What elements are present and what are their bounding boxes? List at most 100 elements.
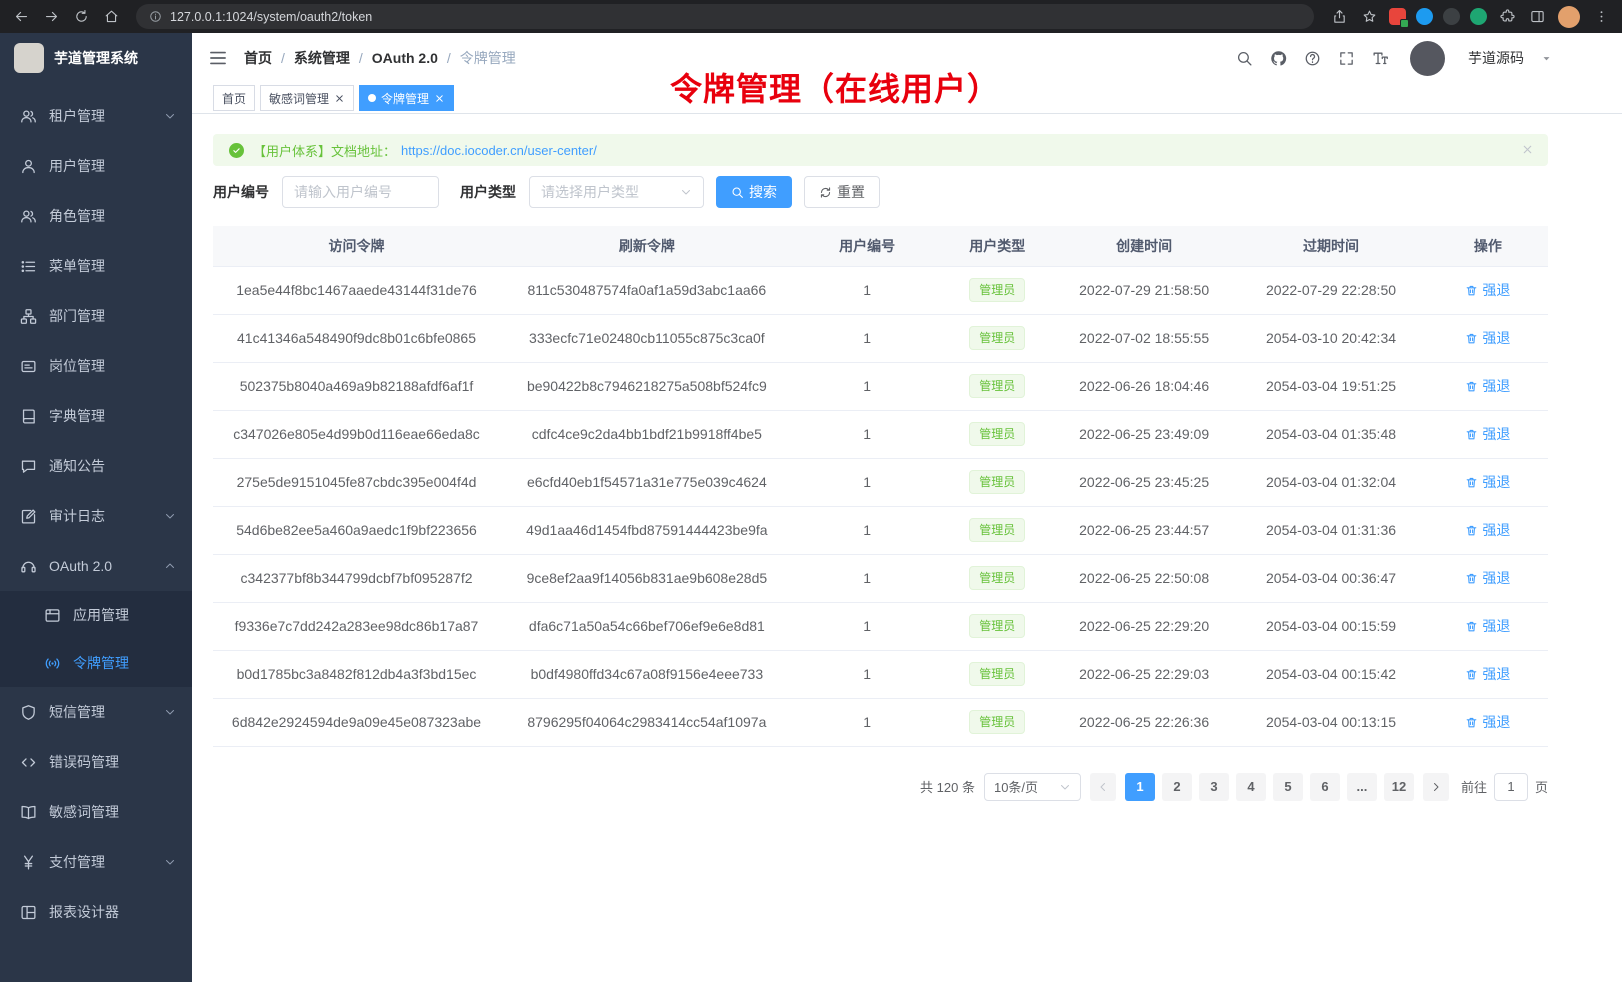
font-size-icon[interactable] bbox=[1372, 50, 1389, 67]
sidebar-item-error-code[interactable]: 错误码管理 bbox=[0, 737, 192, 787]
pagination-next-button[interactable] bbox=[1423, 773, 1449, 801]
tab-令牌管理[interactable]: 令牌管理 bbox=[359, 85, 454, 111]
sidebar-item-oauth2-token[interactable]: 令牌管理 bbox=[0, 639, 192, 687]
browser-forward-button[interactable] bbox=[38, 4, 64, 30]
refresh-token-cell: 49d1aa46d1454fbd87591444423be9fa bbox=[500, 506, 794, 554]
goto-page-input[interactable] bbox=[1494, 773, 1528, 801]
breadcrumb-system[interactable]: 系统管理 bbox=[294, 48, 350, 68]
browser-home-button[interactable] bbox=[98, 4, 124, 30]
user-id-input[interactable] bbox=[282, 176, 439, 208]
close-icon[interactable] bbox=[334, 93, 345, 104]
browser-profile-avatar[interactable] bbox=[1558, 6, 1580, 28]
pagination-more-button[interactable]: ... bbox=[1347, 773, 1377, 801]
sidebar-item-sms[interactable]: 短信管理 bbox=[0, 687, 192, 737]
create-time-cell: 2022-07-02 18:55:55 bbox=[1054, 314, 1234, 362]
force-logout-button[interactable]: 强退 bbox=[1465, 280, 1510, 300]
user-avatar[interactable] bbox=[1410, 41, 1445, 76]
extension-icon-1[interactable] bbox=[1389, 8, 1406, 25]
help-icon[interactable] bbox=[1304, 50, 1321, 67]
bookmark-star-icon[interactable] bbox=[1356, 4, 1382, 30]
extension-icon-3[interactable] bbox=[1443, 8, 1460, 25]
pagination-page-2[interactable]: 2 bbox=[1162, 773, 1192, 801]
chevron-down-icon[interactable] bbox=[1541, 53, 1552, 64]
sidebar-item-tenant[interactable]: 租户管理 bbox=[0, 91, 192, 141]
sidebar-item-sensitive-word[interactable]: 敏感词管理 bbox=[0, 787, 192, 837]
page-size-select[interactable]: 10条/页 bbox=[984, 773, 1081, 801]
tab-敏感词管理[interactable]: 敏感词管理 bbox=[260, 85, 354, 111]
breadcrumb-oauth[interactable]: OAuth 2.0 bbox=[372, 50, 438, 66]
force-logout-button[interactable]: 强退 bbox=[1465, 568, 1510, 588]
force-logout-button[interactable]: 强退 bbox=[1465, 520, 1510, 540]
extension-icon-2[interactable] bbox=[1416, 8, 1433, 25]
pagination-page-4[interactable]: 4 bbox=[1236, 773, 1266, 801]
user-type-badge: 管理员 bbox=[969, 278, 1025, 302]
reset-button[interactable]: 重置 bbox=[804, 176, 880, 208]
force-logout-button[interactable]: 强退 bbox=[1465, 616, 1510, 636]
side-panel-icon[interactable] bbox=[1524, 4, 1550, 30]
close-icon[interactable] bbox=[434, 93, 445, 104]
sidebar-item-dict[interactable]: 字典管理 bbox=[0, 391, 192, 441]
pagination-page-6[interactable]: 6 bbox=[1310, 773, 1340, 801]
expire-time-cell: 2054-03-04 00:15:42 bbox=[1234, 650, 1428, 698]
user-type-badge: 管理员 bbox=[969, 710, 1025, 734]
sidebar-item-label: 通知公告 bbox=[49, 456, 176, 476]
search-icon[interactable] bbox=[1236, 50, 1253, 67]
tab-首页[interactable]: 首页 bbox=[213, 85, 255, 111]
chevron-down-icon bbox=[1059, 781, 1071, 793]
sidebar-item-oauth2-app[interactable]: 应用管理 bbox=[0, 591, 192, 639]
app-logo[interactable]: 芋道管理系统 bbox=[0, 33, 192, 83]
extensions-puzzle-icon[interactable] bbox=[1494, 4, 1520, 30]
force-logout-button[interactable]: 强退 bbox=[1465, 472, 1510, 492]
site-info-icon[interactable] bbox=[149, 10, 162, 23]
sidebar-item-oauth2[interactable]: OAuth 2.0 bbox=[0, 541, 192, 591]
hamburger-icon[interactable] bbox=[208, 48, 228, 68]
sidebar-item-dept[interactable]: 部门管理 bbox=[0, 291, 192, 341]
sidebar-item-pay[interactable]: 支付管理 bbox=[0, 837, 192, 887]
search-form: 用户编号 用户类型 请选择用户类型 搜索 重置 bbox=[213, 176, 1548, 208]
window-icon bbox=[44, 607, 61, 624]
fullscreen-icon[interactable] bbox=[1338, 50, 1355, 67]
address-bar[interactable]: 127.0.0.1:1024/system/oauth2/token bbox=[136, 4, 1314, 29]
search-button[interactable]: 搜索 bbox=[716, 176, 792, 208]
share-icon[interactable] bbox=[1326, 4, 1352, 30]
tab-label: 首页 bbox=[222, 90, 246, 107]
user-type-badge: 管理员 bbox=[969, 470, 1025, 494]
sidebar-item-post[interactable]: 岗位管理 bbox=[0, 341, 192, 391]
sidebar-item-label: 敏感词管理 bbox=[49, 802, 176, 822]
browser-menu-icon[interactable] bbox=[1588, 4, 1614, 30]
refresh-token-cell: b0df4980ffd34c67a08f9156e4eee733 bbox=[500, 650, 794, 698]
user-id-cell: 1 bbox=[794, 698, 941, 746]
force-logout-button[interactable]: 强退 bbox=[1465, 328, 1510, 348]
pagination-page-5[interactable]: 5 bbox=[1273, 773, 1303, 801]
sidebar-item-menu[interactable]: 菜单管理 bbox=[0, 241, 192, 291]
pagination-prev-button[interactable] bbox=[1090, 773, 1116, 801]
browser-reload-button[interactable] bbox=[68, 4, 94, 30]
shield-icon bbox=[20, 704, 37, 721]
expire-time-cell: 2054-03-04 01:32:04 bbox=[1234, 458, 1428, 506]
sidebar-item-user[interactable]: 用户管理 bbox=[0, 141, 192, 191]
sidebar-item-role[interactable]: 角色管理 bbox=[0, 191, 192, 241]
user-name[interactable]: 芋道源码 bbox=[1468, 48, 1524, 68]
sidebar-item-audit-log[interactable]: 审计日志 bbox=[0, 491, 192, 541]
force-logout-button[interactable]: 强退 bbox=[1465, 712, 1510, 732]
doc-link[interactable]: https://doc.iocoder.cn/user-center/ bbox=[401, 143, 597, 158]
sidebar: 芋道管理系统 租户管理用户管理角色管理菜单管理部门管理岗位管理字典管理通知公告审… bbox=[0, 33, 192, 982]
expire-time-cell: 2054-03-04 19:51:25 bbox=[1234, 362, 1428, 410]
extension-icon-4[interactable] bbox=[1470, 8, 1487, 25]
refresh-token-cell: dfa6c71a50a54c66bef706ef9e6e8d81 bbox=[500, 602, 794, 650]
force-logout-button[interactable]: 强退 bbox=[1465, 376, 1510, 396]
alert-close-icon[interactable] bbox=[1521, 143, 1534, 156]
github-icon[interactable] bbox=[1270, 50, 1287, 67]
sidebar-item-report-designer[interactable]: 报表设计器 bbox=[0, 887, 192, 937]
pagination-page-12[interactable]: 12 bbox=[1384, 773, 1414, 801]
sidebar-item-notice[interactable]: 通知公告 bbox=[0, 441, 192, 491]
breadcrumb-home[interactable]: 首页 bbox=[244, 48, 272, 68]
pagination-page-3[interactable]: 3 bbox=[1199, 773, 1229, 801]
user-type-select[interactable]: 请选择用户类型 bbox=[529, 176, 704, 208]
pagination-page-1[interactable]: 1 bbox=[1125, 773, 1155, 801]
table-row: 275e5de9151045fe87cbdc395e004f4de6cfd40e… bbox=[213, 458, 1548, 506]
browser-back-button[interactable] bbox=[8, 4, 34, 30]
user-icon bbox=[20, 158, 37, 175]
force-logout-button[interactable]: 强退 bbox=[1465, 424, 1510, 444]
force-logout-button[interactable]: 强退 bbox=[1465, 664, 1510, 684]
